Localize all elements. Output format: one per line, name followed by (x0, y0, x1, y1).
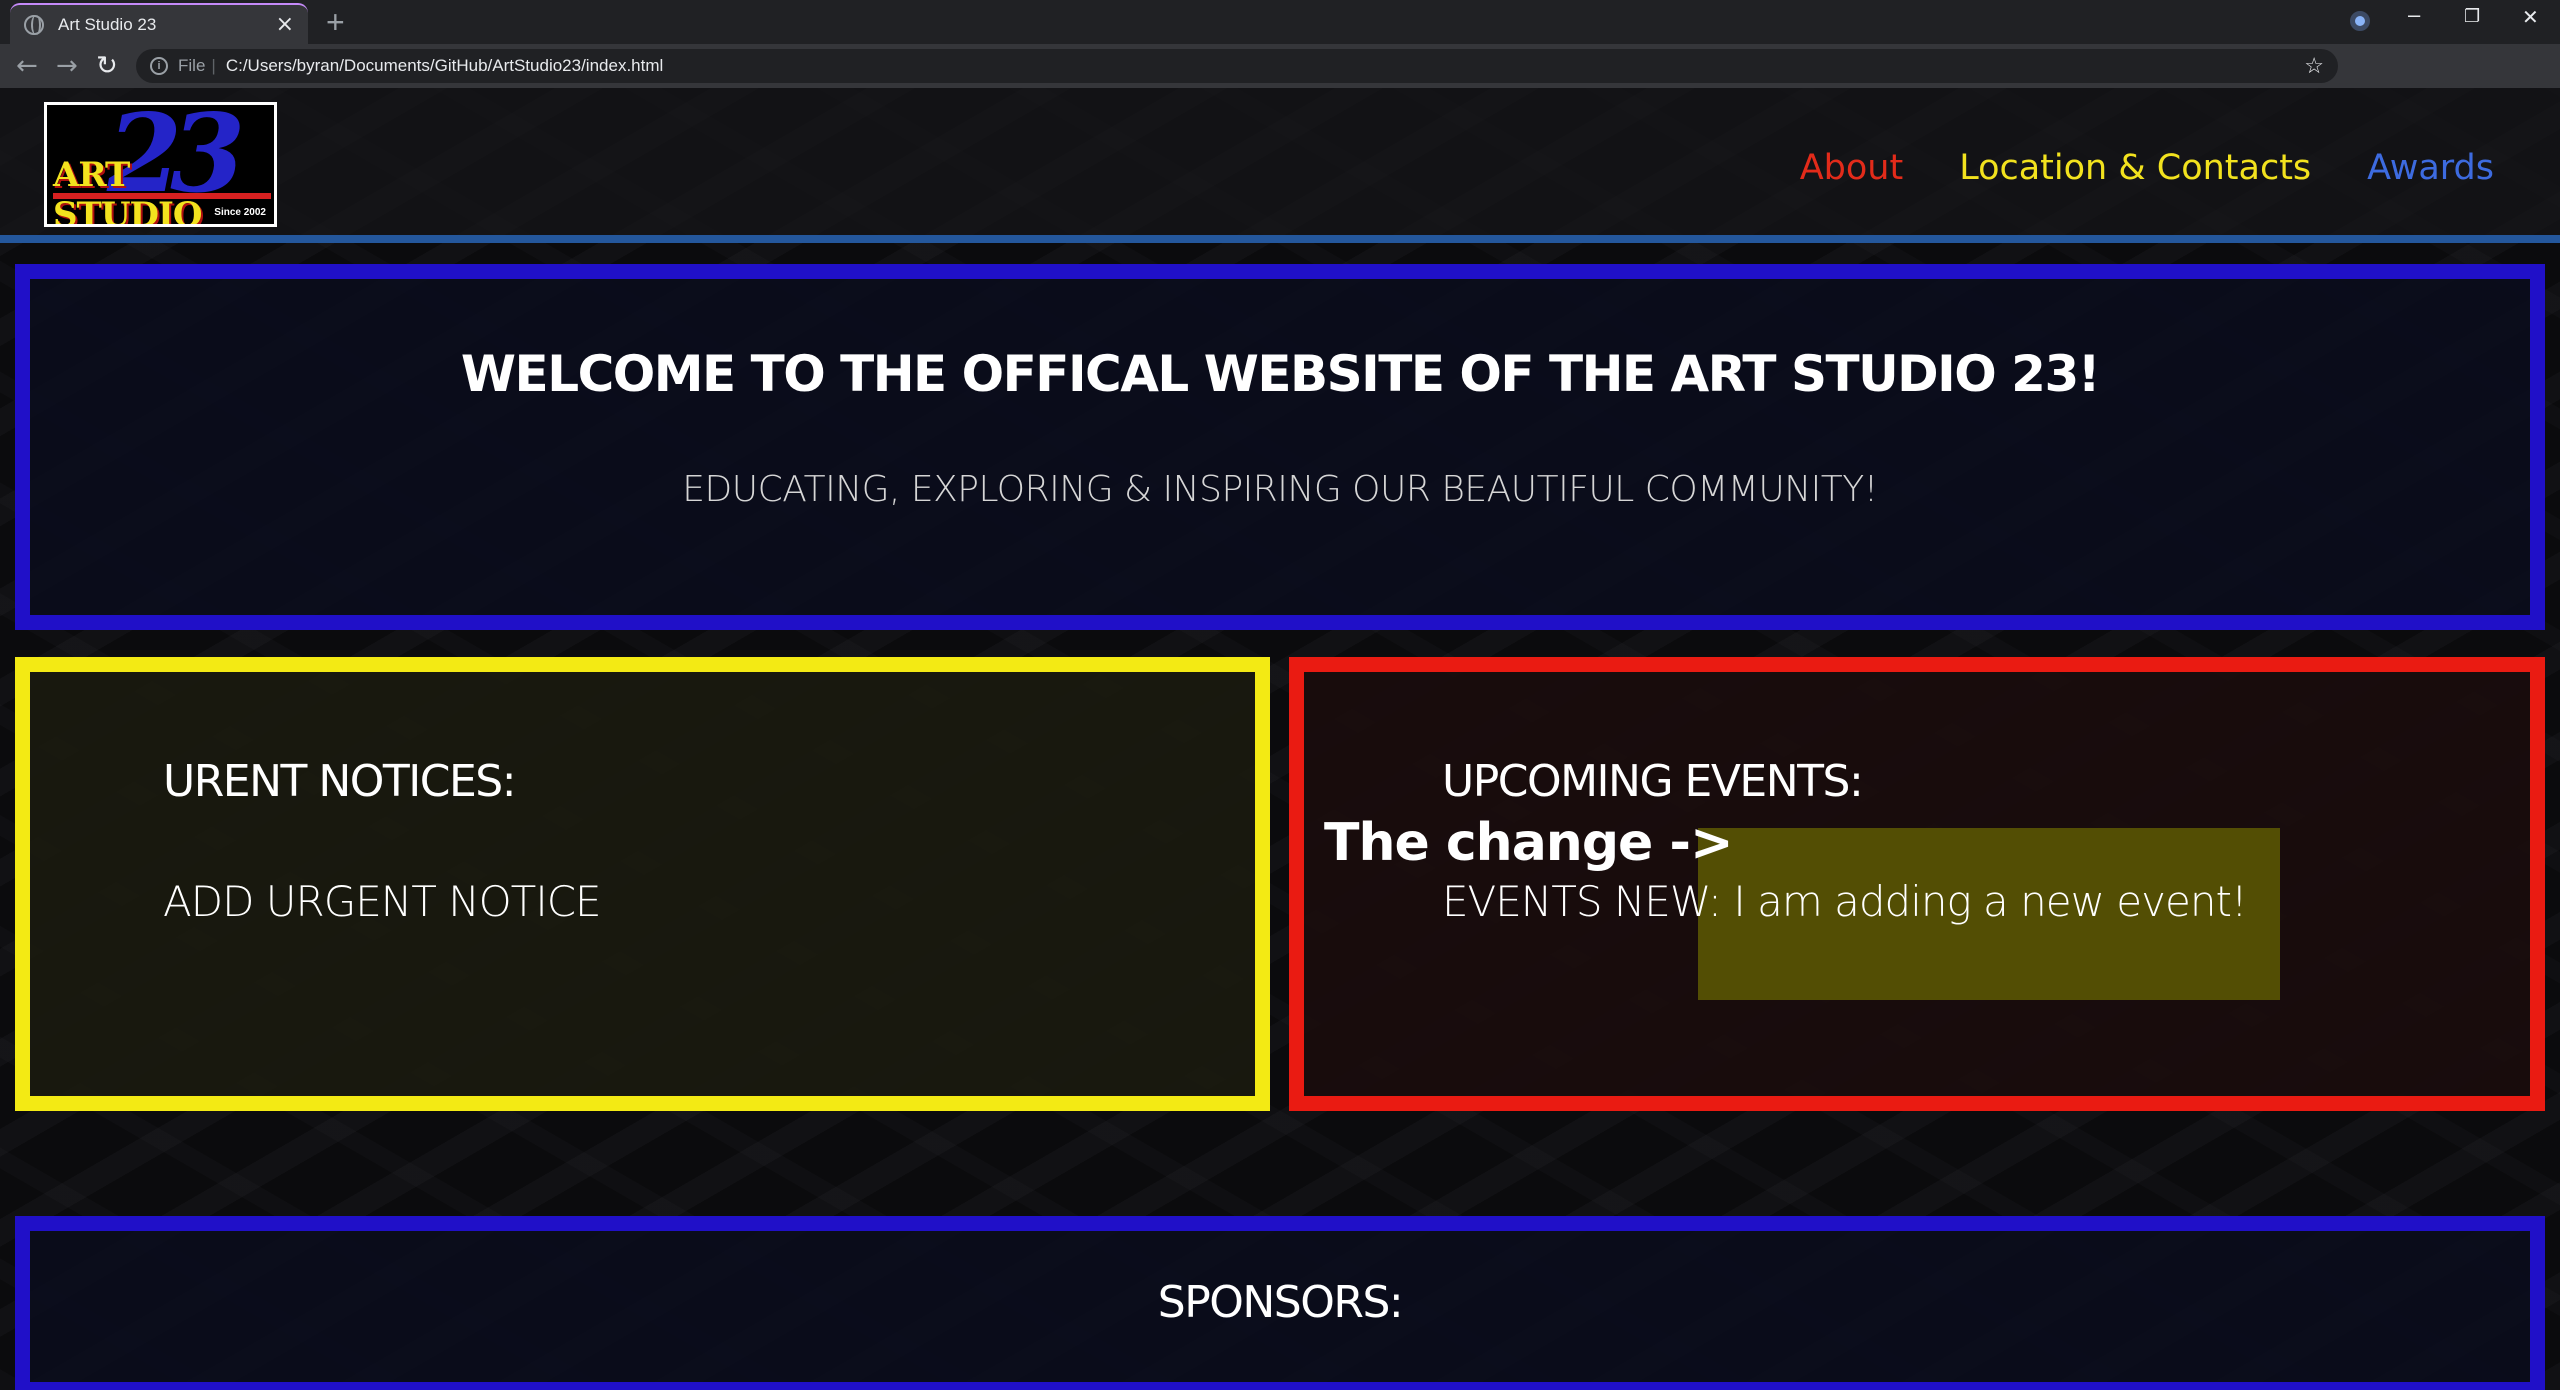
nav-about[interactable]: About (1800, 148, 1903, 188)
reload-icon[interactable]: ↻ (96, 50, 118, 82)
sponsors-section: SPONSORS: (15, 1216, 2545, 1390)
info-icon[interactable]: i (150, 57, 168, 75)
url-text[interactable]: C:/Users/byran/Documents/GitHub/ArtStudi… (226, 56, 663, 76)
logo-since: Since 2002 (214, 207, 266, 218)
welcome-title: WELCOME TO THE OFFICAL WEBSITE OF THE AR… (460, 345, 2101, 403)
globe-icon (24, 14, 44, 35)
event-text: EVENTS NEW: I am adding a new event! (1442, 877, 2248, 926)
address-bar[interactable]: i File | C:/Users/byran/Documents/GitHub… (136, 49, 2338, 83)
upcoming-events-heading: UPCOMING EVENTS: (1442, 756, 1864, 807)
urgent-notice-text: ADD URGENT NOTICE (163, 877, 602, 926)
page: 23 ART STUDIO Since 2002 About Location … (0, 88, 2560, 1390)
urgent-notices-section: URENT NOTICES: ADD URGENT NOTICE (15, 657, 1270, 1111)
bookmark-star-icon[interactable]: ☆ (2304, 53, 2324, 79)
logo[interactable]: 23 ART STUDIO Since 2002 (44, 102, 277, 227)
change-label: The change -> (1324, 813, 1734, 873)
new-tab-button[interactable]: + (326, 4, 345, 41)
url-scheme: File (178, 56, 206, 75)
welcome-subtitle: EDUCATING, EXPLORING & INSPIRING OUR BEA… (682, 469, 1878, 510)
sponsors-heading: SPONSORS: (1157, 1277, 1404, 1328)
browser-tabstrip: Art Studio 23 × + – ❐ ✕ (0, 0, 2560, 44)
restore-button[interactable]: ❐ (2464, 6, 2480, 27)
url-separator: | (211, 56, 216, 75)
urgent-notices-heading: URENT NOTICES: (163, 756, 517, 807)
tab-close-icon[interactable]: × (276, 13, 294, 36)
upcoming-events-section: UPCOMING EVENTS: The change -> EVENTS NE… (1289, 657, 2545, 1111)
main-nav: About Location & Contacts Awards (1800, 148, 2494, 188)
minimize-button[interactable]: – (2408, 2, 2420, 28)
browser-tab[interactable]: Art Studio 23 × (10, 3, 308, 44)
browser-toolbar: ← → ↻ i File | C:/Users/byran/Documents/… (0, 44, 2560, 88)
welcome-section: WELCOME TO THE OFFICAL WEBSITE OF THE AR… (15, 264, 2545, 630)
nav-awards[interactable]: Awards (2367, 148, 2494, 188)
close-window-button[interactable]: ✕ (2522, 5, 2539, 30)
tab-title: Art Studio 23 (58, 14, 157, 34)
site-header: 23 ART STUDIO Since 2002 About Location … (0, 88, 2560, 243)
nav-location-contacts[interactable]: Location & Contacts (1959, 148, 2311, 188)
profile-icon[interactable] (2350, 11, 2370, 31)
forward-arrow-icon[interactable]: → (56, 50, 78, 82)
back-arrow-icon[interactable]: ← (16, 50, 38, 82)
